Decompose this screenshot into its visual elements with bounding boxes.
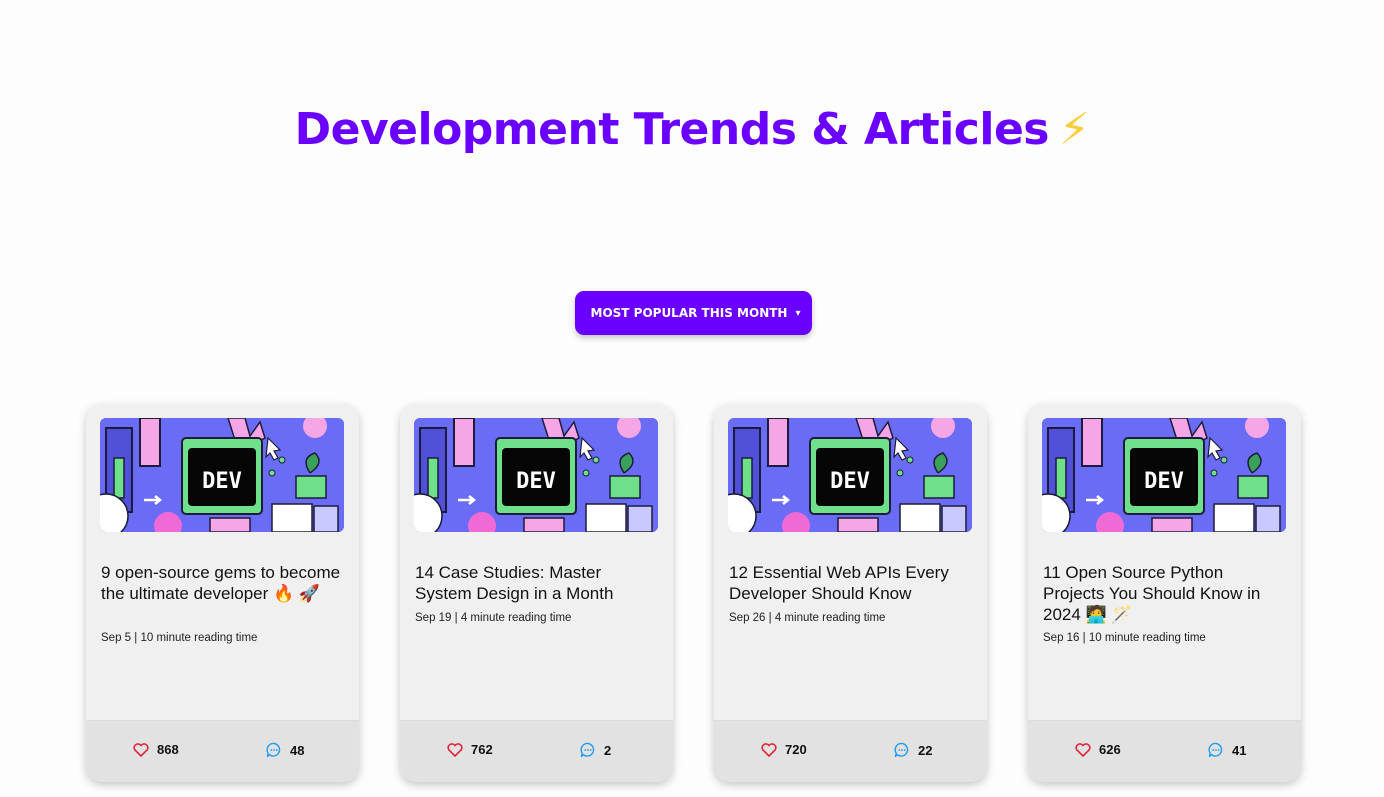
- article-title[interactable]: 9 open-source gems to become the ultimat…: [101, 562, 346, 604]
- article-meta: Sep 16 | 10 minute reading time: [1043, 632, 1206, 644]
- article-thumbnail[interactable]: DEV: [728, 418, 972, 532]
- article-card[interactable]: DEV 9 open-source gems to become the ult…: [86, 404, 359, 782]
- article-date: Sep 19: [415, 612, 452, 624]
- article-meta: Sep 19 | 4 minute reading time: [415, 612, 572, 624]
- comment-icon: [266, 742, 281, 758]
- like-count: 868: [157, 742, 179, 757]
- comment-button[interactable]: 41: [1208, 742, 1246, 758]
- page-title-text: Development Trends & Articles: [294, 104, 1050, 155]
- article-title[interactable]: 14 Case Studies: Master System Design in…: [415, 562, 660, 604]
- comment-count: 41: [1232, 742, 1247, 758]
- comment-count: 48: [290, 742, 305, 758]
- dev-logo-text: DEV: [202, 469, 242, 494]
- article-title[interactable]: 12 Essential Web APIs Every Developer Sh…: [729, 562, 974, 604]
- like-button[interactable]: 626: [1075, 742, 1121, 757]
- like-button[interactable]: 868: [133, 742, 179, 757]
- heart-icon: [1075, 742, 1091, 757]
- comment-button[interactable]: 48: [266, 742, 304, 758]
- dev-logo-text: DEV: [516, 469, 556, 494]
- article-date: Sep 16: [1043, 632, 1080, 644]
- dev-logo-text: DEV: [830, 469, 870, 494]
- heart-icon: [447, 742, 463, 757]
- like-count: 720: [785, 742, 807, 757]
- article-title[interactable]: 11 Open Source Python Projects You Shoul…: [1043, 562, 1288, 625]
- comment-button[interactable]: 2: [580, 742, 611, 758]
- lightning-icon: ⚡: [1058, 104, 1090, 155]
- article-meta: Sep 26 | 4 minute reading time: [729, 612, 886, 624]
- article-date: Sep 5: [101, 632, 132, 644]
- article-thumbnail[interactable]: DEV: [414, 418, 658, 532]
- article-thumbnail[interactable]: DEV: [100, 418, 344, 532]
- article-reading-time: 4 minute reading time: [774, 612, 886, 624]
- comment-button[interactable]: 22: [894, 742, 932, 758]
- like-button[interactable]: 762: [447, 742, 493, 757]
- article-card[interactable]: DEV 14 Case Studies: Master System Desig…: [400, 404, 673, 782]
- like-button[interactable]: 720: [761, 742, 807, 757]
- article-card-footer: 626 41: [1028, 720, 1301, 782]
- article-reading-time: 10 minute reading time: [140, 632, 258, 644]
- chevron-down-icon: ▾: [795, 307, 801, 319]
- article-card-footer: 720 22: [714, 720, 987, 782]
- like-count: 762: [471, 742, 493, 757]
- heart-icon: [133, 742, 149, 757]
- article-card[interactable]: DEV 11 Open Source Python Projects You S…: [1028, 404, 1301, 782]
- comment-count: 2: [604, 742, 612, 758]
- dev-logo-text: DEV: [1144, 469, 1184, 494]
- article-thumbnail[interactable]: DEV: [1042, 418, 1286, 532]
- comment-count: 22: [918, 742, 933, 758]
- comment-icon: [580, 742, 595, 758]
- article-reading-time: 10 minute reading time: [1088, 632, 1206, 644]
- article-reading-time: 4 minute reading time: [460, 612, 572, 624]
- sort-dropdown[interactable]: MOST POPULAR THIS MONTH ▾: [575, 291, 812, 335]
- article-date: Sep 26: [729, 612, 766, 624]
- article-card[interactable]: DEV 12 Essential Web APIs Every Develope…: [714, 404, 987, 782]
- article-card-footer: 762 2: [400, 720, 673, 782]
- like-count: 626: [1099, 742, 1121, 757]
- article-card-footer: 868 48: [86, 720, 359, 782]
- page-title: Development Trends & Articles ⚡: [0, 104, 1384, 155]
- comment-icon: [1208, 742, 1223, 758]
- sort-dropdown-label: MOST POPULAR THIS MONTH: [590, 306, 788, 320]
- article-meta: Sep 5 | 10 minute reading time: [101, 632, 258, 644]
- heart-icon: [761, 742, 777, 757]
- comment-icon: [894, 742, 909, 758]
